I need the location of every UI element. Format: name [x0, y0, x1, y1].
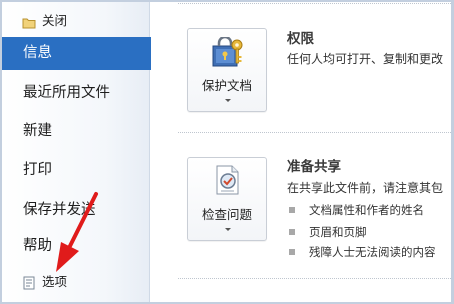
list-item-label: 页眉和页脚 [309, 225, 367, 239]
sidebar-item-close-label: 关闭 [42, 13, 68, 28]
sidebar-item-help-label: 帮助 [23, 238, 52, 254]
sidebar-item-new[interactable]: 新建 [2, 121, 150, 141]
sidebar-item-recent-label: 最近所用文件 [23, 85, 110, 101]
list-item: 文档属性和作者的姓名 [289, 202, 424, 218]
options-icon [22, 276, 36, 290]
permissions-title: 权限 [287, 31, 314, 47]
divider [178, 3, 451, 4]
sidebar-item-recent[interactable]: 最近所用文件 [2, 83, 150, 103]
folder-icon [22, 15, 36, 29]
sidebar-item-print-label: 打印 [23, 162, 52, 178]
list-item-label: 残障人士无法阅读的内容 [309, 245, 436, 259]
protect-document-label: 保护文档 [201, 78, 252, 93]
sidebar-item-print[interactable]: 打印 [2, 160, 150, 180]
bullet-icon [289, 249, 295, 255]
divider [178, 132, 451, 133]
protect-document-button[interactable]: 保护文档 [187, 28, 267, 112]
divider [178, 278, 451, 279]
backstage-sidebar: 关闭 信息 最近所用文件 新建 打印 保存并发送 帮助 选项 [2, 0, 152, 304]
permissions-description: 任何人均可打开、复制和更改 [287, 52, 444, 66]
lock-key-icon [210, 35, 246, 73]
sidebar-item-save-send-label: 保存并发送 [23, 202, 96, 218]
sidebar-item-save-send[interactable]: 保存并发送 [2, 200, 150, 220]
inspect-document-icon [212, 164, 244, 200]
dropdown-caret-icon [225, 99, 231, 102]
sidebar-item-options-label: 选项 [42, 274, 68, 289]
sidebar-item-help[interactable]: 帮助 [2, 236, 150, 256]
list-item-label: 文档属性和作者的姓名 [309, 203, 424, 217]
prepare-sharing-title: 准备共享 [287, 159, 341, 175]
bullet-icon [289, 229, 295, 235]
dropdown-caret-icon [225, 228, 231, 231]
check-for-issues-label: 检查问题 [201, 207, 252, 222]
info-panel: 保护文档 权限 任何人均可打开、复制和更改 检查问题 准备共享 在共享此文件前，… [151, 0, 451, 304]
sidebar-item-info[interactable]: 信息 [2, 37, 152, 70]
sidebar-item-options[interactable]: 选项 [2, 272, 150, 292]
list-item: 残障人士无法阅读的内容 [289, 244, 436, 260]
sidebar-item-new-label: 新建 [23, 123, 52, 139]
sidebar-item-close[interactable]: 关闭 [2, 11, 150, 31]
list-item: 页眉和页脚 [289, 224, 367, 240]
prepare-sharing-description: 在共享此文件前，请注意其包 [287, 181, 444, 195]
bullet-icon [289, 207, 295, 213]
sidebar-item-info-label: 信息 [23, 45, 52, 61]
check-for-issues-button[interactable]: 检查问题 [187, 157, 267, 241]
